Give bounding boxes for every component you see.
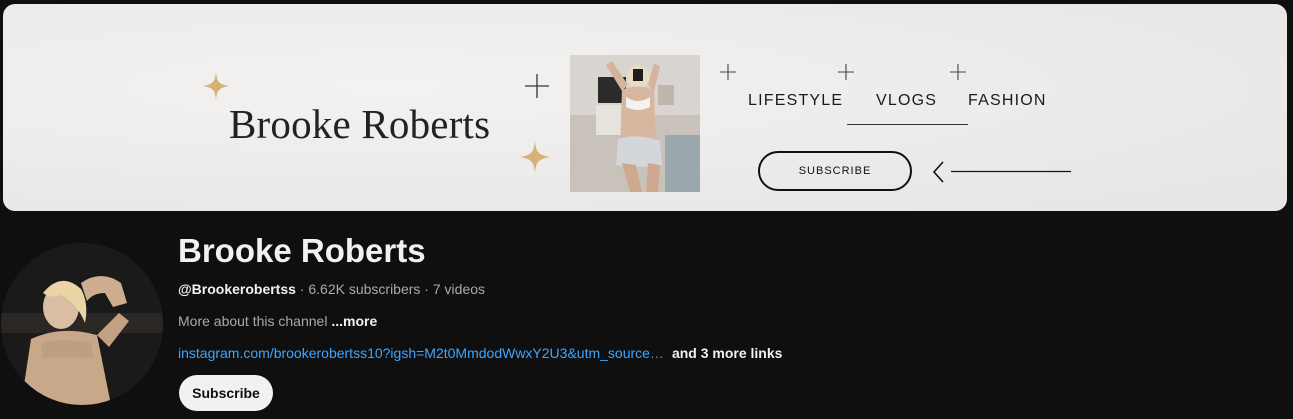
meta-separator: · <box>420 281 433 297</box>
banner-title: Brooke Roberts <box>229 101 491 147</box>
arrow-left-icon <box>932 161 1071 183</box>
meta-separator: · <box>295 281 309 297</box>
plus-icon <box>950 64 966 80</box>
banner-nav-lifestyle: LIFESTYLE <box>748 92 844 109</box>
subscriber-count: 6.62K subscribers <box>308 281 421 297</box>
sparkle-icon <box>520 141 550 173</box>
plus-icon <box>838 64 854 80</box>
more-links-button[interactable]: and 3 more links <box>672 345 782 361</box>
banner-photo <box>570 55 700 192</box>
channel-links: instagram.com/brookerobertss10?igsh=M2t0… <box>178 345 782 361</box>
sparkle-icon <box>203 72 229 100</box>
banner-subscribe-graphic: SUBSCRIBE <box>758 151 912 191</box>
subscribe-button[interactable]: Subscribe <box>179 375 273 411</box>
about-text: More about this channel <box>178 313 328 329</box>
banner-underline <box>847 124 968 125</box>
channel-meta: @Brookerobertss · 6.62K subscribers · 7 … <box>178 281 485 297</box>
channel-name: Brooke Roberts <box>178 232 426 269</box>
instagram-link[interactable]: instagram.com/brookerobertss10?igsh=M2t0… <box>178 345 664 361</box>
channel-handle[interactable]: @Brookerobertss <box>178 281 296 297</box>
plus-icon <box>720 64 736 80</box>
video-count: 7 videos <box>432 281 486 297</box>
about-more-link[interactable]: ...more <box>331 313 377 329</box>
channel-about[interactable]: More about this channel ...more <box>178 313 377 329</box>
plus-icon <box>525 74 549 98</box>
channel-avatar[interactable] <box>1 243 163 405</box>
banner-nav-fashion: FASHION <box>968 92 1047 109</box>
channel-banner: Brooke Roberts LIFESTYLE VLOGS FASHION S… <box>3 4 1287 211</box>
banner-nav-vlogs: VLOGS <box>876 92 938 109</box>
